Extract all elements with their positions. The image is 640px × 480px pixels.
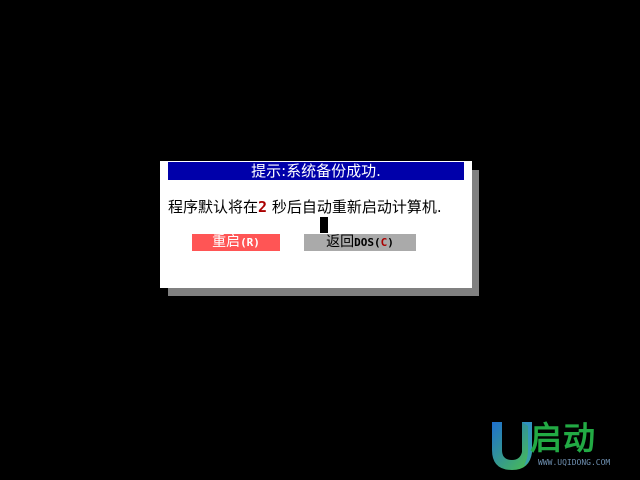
return-dos-hotkey-open: ( (374, 236, 381, 249)
dialog-title: 提示:系统备份成功. (168, 162, 464, 180)
u-letter-icon (492, 422, 532, 470)
return-dos-hotkey-close: ) (387, 236, 394, 249)
restart-button-label: 重启 (212, 234, 241, 250)
message-suffix: 秒后自动重新启动计算机. (267, 198, 442, 216)
return-dos-label: 返回 (326, 234, 355, 250)
logo-url: WWW.UQIDONG.COM (538, 458, 611, 467)
logo-text: 启动 (530, 419, 597, 457)
restart-hotkey: (R) (240, 236, 260, 249)
u-qidong-logo: 启动 WWW.UQIDONG.COM (488, 418, 632, 476)
return-dos-dos: DOS (354, 236, 374, 249)
message-prefix: 程序默认将在 (168, 198, 259, 216)
return-dos-button[interactable]: 返回DOS(C) (304, 234, 416, 251)
restart-message: 程序默认将在2 秒后自动重新启动计算机. (168, 197, 468, 217)
restart-button[interactable]: 重启(R) (192, 234, 280, 251)
countdown-seconds: 2 (258, 198, 268, 216)
dos-screen: 提示:系统备份成功. 程序默认将在2 秒后自动重新启动计算机. 重启(R) 返回… (0, 0, 640, 480)
text-cursor (320, 217, 328, 233)
backup-success-dialog: 提示:系统备份成功. 程序默认将在2 秒后自动重新启动计算机. 重启(R) 返回… (160, 161, 472, 288)
